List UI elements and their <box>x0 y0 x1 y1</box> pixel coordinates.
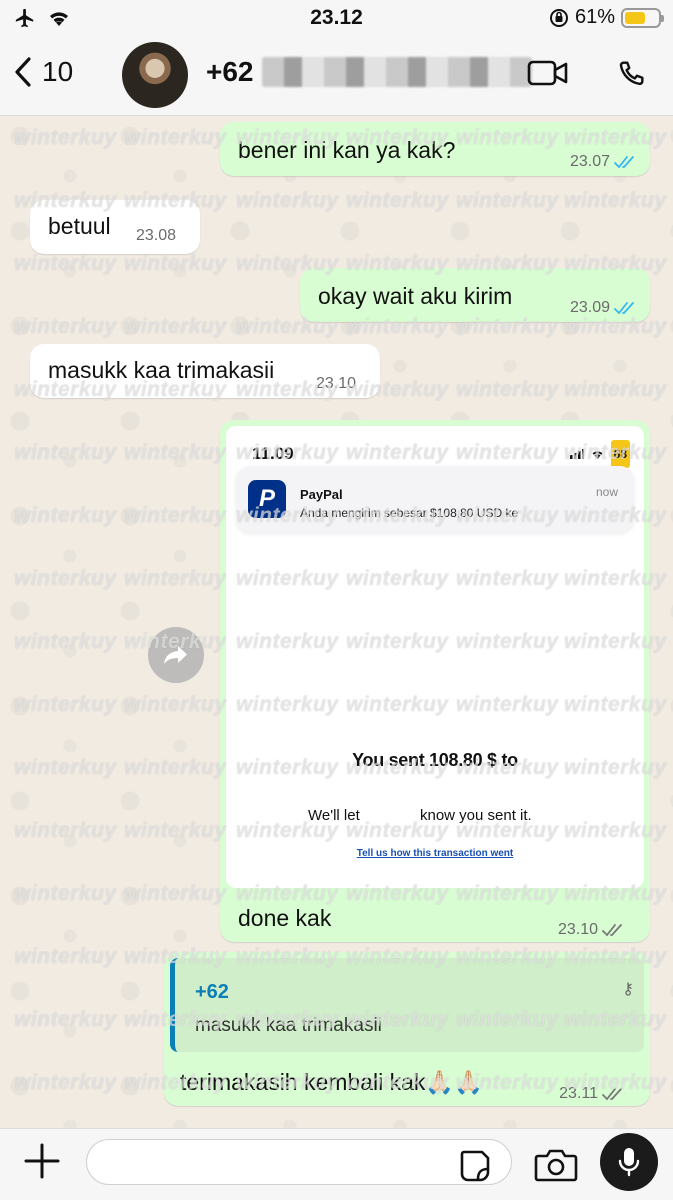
video-call-icon[interactable] <box>527 58 569 88</box>
battery-icon <box>621 7 664 28</box>
message-time: 23.10 <box>558 916 624 944</box>
chevron-left-icon <box>15 57 31 87</box>
message-text: done kak <box>238 905 332 931</box>
redacted-number <box>261 57 532 87</box>
feedback-link: Tell us how this transaction went <box>356 848 514 859</box>
notification-time: now <box>595 485 618 499</box>
payment-screenshot[interactable]: 11.09 68 P PayPal Anda mengirim sebesar … <box>226 426 644 888</box>
watermark-text: winterkuy <box>124 756 227 779</box>
message-bubble[interactable]: betuul 23.08 <box>30 200 200 254</box>
watermark-text: winterkuy <box>346 189 449 212</box>
watermark-text: winterkuy <box>14 315 117 338</box>
voice-message-button[interactable] <box>600 1133 658 1191</box>
quoted-text: masukk kaa trimakasii <box>195 1015 382 1036</box>
watermark-text: winterkuy <box>14 693 117 716</box>
watermark-text: winterkuy <box>124 504 227 527</box>
microphone-icon <box>618 1148 640 1177</box>
read-ticks-icon <box>614 302 634 315</box>
key-icon: ⚷ <box>622 981 634 998</box>
watermark-text: winterkuy <box>14 1071 117 1094</box>
quoted-message[interactable]: +62 masukk kaa trimakasii ⚷ <box>170 958 644 1052</box>
message-time: 23.09 <box>570 294 636 322</box>
forward-icon <box>164 646 187 664</box>
watermark-text: winterkuy <box>14 441 117 464</box>
camera-icon[interactable] <box>534 1147 578 1183</box>
watermark-text: winterkuy <box>14 252 117 275</box>
message-time: 23.08 <box>136 227 177 244</box>
back-button[interactable]: 10 <box>14 56 73 88</box>
status-bar: 23.12 61% <box>0 0 673 38</box>
input-bar <box>0 1128 673 1200</box>
watermark-text: winterkuy <box>14 567 117 590</box>
message-time: 23.10 <box>316 375 357 392</box>
watermark-text: winterkuy <box>456 378 559 401</box>
message-text: terimakasih kembali kak🙏🏻🙏🏻 <box>180 1069 483 1095</box>
delivered-ticks-icon <box>602 1088 622 1101</box>
wifi-icon <box>592 450 603 459</box>
watermark-text: winterkuy <box>14 126 117 149</box>
attach-button[interactable] <box>22 1141 62 1189</box>
message-text: okay wait aku kirim <box>318 283 513 309</box>
notification-body: Anda mengirim sebesar $108,80 USD ke <box>300 506 519 520</box>
reply-message-bubble[interactable]: +62 masukk kaa trimakasii ⚷ terimakasih … <box>164 952 650 1106</box>
image-message-bubble[interactable]: 11.09 68 P PayPal Anda mengirim sebesar … <box>220 420 650 942</box>
watermark-text: winterkuy <box>14 504 117 527</box>
message-input[interactable] <box>86 1139 512 1185</box>
quoted-sender: +62 <box>195 981 229 1003</box>
watermark-text: winterkuy <box>124 441 227 464</box>
watermark-text: winterkuy <box>236 189 339 212</box>
watermark-text: winterkuy <box>124 252 227 275</box>
watermark-text: winterkuy <box>564 189 667 212</box>
paypal-logo-icon: P <box>248 480 286 518</box>
orientation-lock-icon <box>549 8 568 27</box>
signal-icon <box>569 449 584 459</box>
chat-area[interactable]: bener ini kan ya kak? 23.07 betuul 23.08… <box>0 116 673 1128</box>
message-text: masukk kaa trimakasii <box>48 357 275 383</box>
paypal-notification: P PayPal Anda mengirim sebesar $108,80 U… <box>236 466 634 532</box>
message-bubble[interactable]: bener ini kan ya kak? 23.07 <box>220 122 650 176</box>
sent-title: You sent 108.80 $ to <box>352 750 518 770</box>
watermark-text: winterkuy <box>124 315 227 338</box>
watermark-text: winterkuy <box>14 756 117 779</box>
screenshot-time: 11.09 <box>252 444 294 463</box>
screenshot-status-icons: 68 <box>569 440 630 468</box>
delivered-ticks-icon <box>602 924 622 937</box>
sticker-icon[interactable] <box>458 1148 492 1182</box>
watermark-text: winterkuy <box>14 945 117 968</box>
message-text: bener ini kan ya kak? <box>238 137 456 163</box>
phone-call-icon[interactable] <box>615 58 647 90</box>
message-text: betuul <box>48 213 111 239</box>
contact-prefix: +62 <box>206 56 254 87</box>
message-time: 23.07 <box>570 148 636 176</box>
plus-icon <box>24 1143 60 1179</box>
message-time: 23.11 <box>559 1080 624 1108</box>
read-ticks-icon <box>614 156 634 169</box>
message-bubble[interactable]: okay wait aku kirim 23.09 <box>300 268 650 322</box>
status-icons-right: 61% <box>549 6 664 29</box>
contact-name[interactable]: +62 <box>206 56 532 88</box>
watermark-text: winterkuy <box>14 882 117 905</box>
watermark-text: winterkuy <box>124 693 227 716</box>
watermark-text: winterkuy <box>14 1008 117 1031</box>
watermark-text: winterkuy <box>14 819 117 842</box>
forward-button[interactable] <box>148 627 204 683</box>
header-actions <box>527 58 647 90</box>
screenshot-battery: 68 <box>610 440 630 468</box>
unread-count: 10 <box>42 56 74 87</box>
message-bubble[interactable]: masukk kaa trimakasii 23.10 <box>30 344 380 398</box>
chat-header: 10 +62 <box>0 38 673 116</box>
watermark-text: winterkuy <box>564 378 667 401</box>
watermark-text: winterkuy <box>14 630 117 653</box>
battery-percent: 61% <box>574 6 615 28</box>
watermark-text: winterkuy <box>124 567 227 590</box>
watermark-text: winterkuy <box>456 189 559 212</box>
watermark-text: winterkuy <box>124 819 227 842</box>
avatar[interactable] <box>122 42 188 108</box>
watermark-text: winterkuy <box>124 126 227 149</box>
watermark-text: winterkuy <box>124 882 227 905</box>
